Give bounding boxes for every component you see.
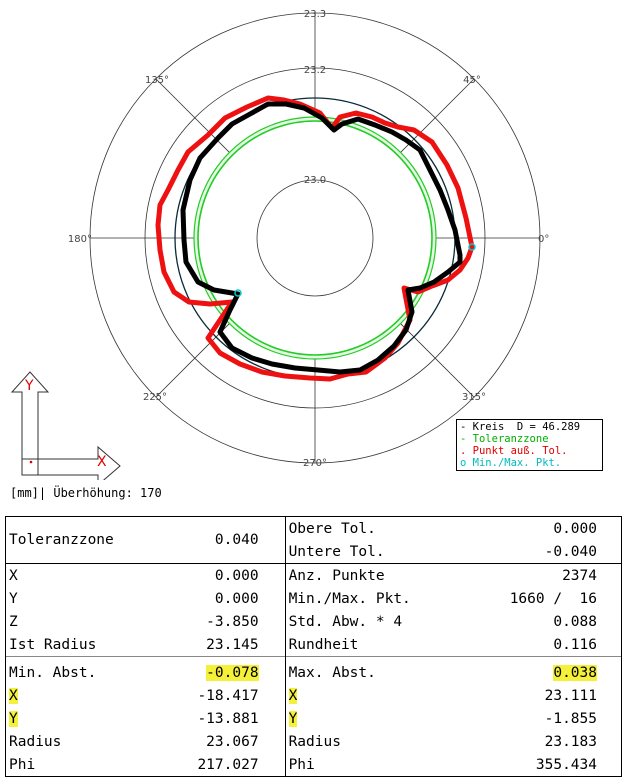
label-min-abst: Min. Abst. <box>5 656 162 684</box>
axes-origin-dot <box>29 460 33 464</box>
label-max-y: Y <box>288 710 298 727</box>
value-max-x: 23.111 <box>464 684 622 707</box>
value-x: 0.000 <box>161 563 286 587</box>
label-minmax-pkt: Min./Max. Pkt. <box>288 590 411 607</box>
value-rundheit: 0.116 <box>464 633 622 657</box>
angle-tick-label: 180° <box>68 234 92 245</box>
value-untere-tol: -0.040 <box>464 540 622 564</box>
value-y: 0.000 <box>161 587 286 610</box>
value-max-radius: 23.183 <box>464 730 622 753</box>
label-toleranzzone: Toleranzzone <box>5 516 162 564</box>
value-max-phi: 355.434 <box>464 753 622 777</box>
label-untere-tol: Untere Tol. <box>288 543 385 560</box>
value-min-y: -13.881 <box>161 707 286 730</box>
scale-caption: [mm]| Überhöhung: 170 <box>10 486 162 500</box>
label-max-x: X <box>288 687 298 704</box>
value-minmax-pkt: 1660 / 16 <box>464 587 622 610</box>
label-anz-punkte: Anz. Punkte <box>285 563 465 587</box>
angle-tick-label: 0° <box>538 234 549 245</box>
label-min-x: X <box>9 687 18 704</box>
value-min-radius: 23.067 <box>161 730 286 753</box>
value-max-abst: 0.038 <box>553 664 597 681</box>
angle-tick-label: 315° <box>462 392 486 403</box>
label-max-radius: Radius <box>288 733 341 750</box>
value-z: -3.850 <box>161 610 286 633</box>
value-std-abw: 0.088 <box>464 610 622 633</box>
label-z: Z <box>5 610 162 633</box>
legend-item-punkt: . Punkt auß. Tol. <box>460 445 568 457</box>
label-min-y: Y <box>9 710 18 727</box>
value-min-x: -18.417 <box>161 684 286 707</box>
value-min-abst: -0.078 <box>206 664 259 681</box>
angle-tick-label: 270° <box>303 458 327 469</box>
results-table: Toleranzzone 0.040 Obere Tol. 0.000 Unte… <box>5 516 622 777</box>
angle-tick-label: 135° <box>145 75 169 86</box>
label-rundheit: Rundheit <box>288 636 359 653</box>
polar-roundness-plot: 23.323.223.00°45°135°180°225°270°315° Y … <box>10 9 549 480</box>
label-min-radius: Radius <box>5 730 162 753</box>
axis-label-y: Y <box>24 378 34 394</box>
value-toleranzzone: 0.040 <box>161 516 286 564</box>
legend: - Kreis D = 46.289 - Toleranzzone . Punk… <box>456 419 603 471</box>
legend-item-toleranzzone: - Toleranzzone <box>460 433 549 445</box>
angle-tick-label: 45° <box>463 75 481 86</box>
radial-tick-label: 23.0 <box>304 175 326 186</box>
label-obere-tol: Obere Tol. <box>285 516 465 540</box>
value-max-y: -1.855 <box>464 707 622 730</box>
angle-tick-label: 225° <box>143 392 167 403</box>
tolerance-zone-inner <box>197 120 433 356</box>
label-x: X <box>5 563 162 587</box>
label-std-abw: Std. Abw. * 4 <box>288 613 403 630</box>
legend-item-minmax: o Min./Max. Pkt. <box>460 457 562 469</box>
radial-tick-label: 23.3 <box>304 9 326 20</box>
label-ist-radius: Ist Radius <box>5 633 162 657</box>
value-anz-punkte: 2374 <box>464 563 622 587</box>
label-y: Y <box>5 587 162 610</box>
legend-item-kreis: - Kreis D = 46.289 <box>460 421 581 433</box>
value-ist-radius: 23.145 <box>161 633 286 657</box>
label-max-abst: Max. Abst. <box>285 656 465 684</box>
value-min-phi: 217.027 <box>161 753 286 777</box>
value-obere-tol: 0.000 <box>464 516 622 540</box>
label-max-phi: Phi <box>285 753 465 777</box>
label-min-phi: Phi <box>5 753 162 777</box>
axis-label-x: X <box>97 454 107 470</box>
radial-tick-label: 23.2 <box>304 65 326 76</box>
